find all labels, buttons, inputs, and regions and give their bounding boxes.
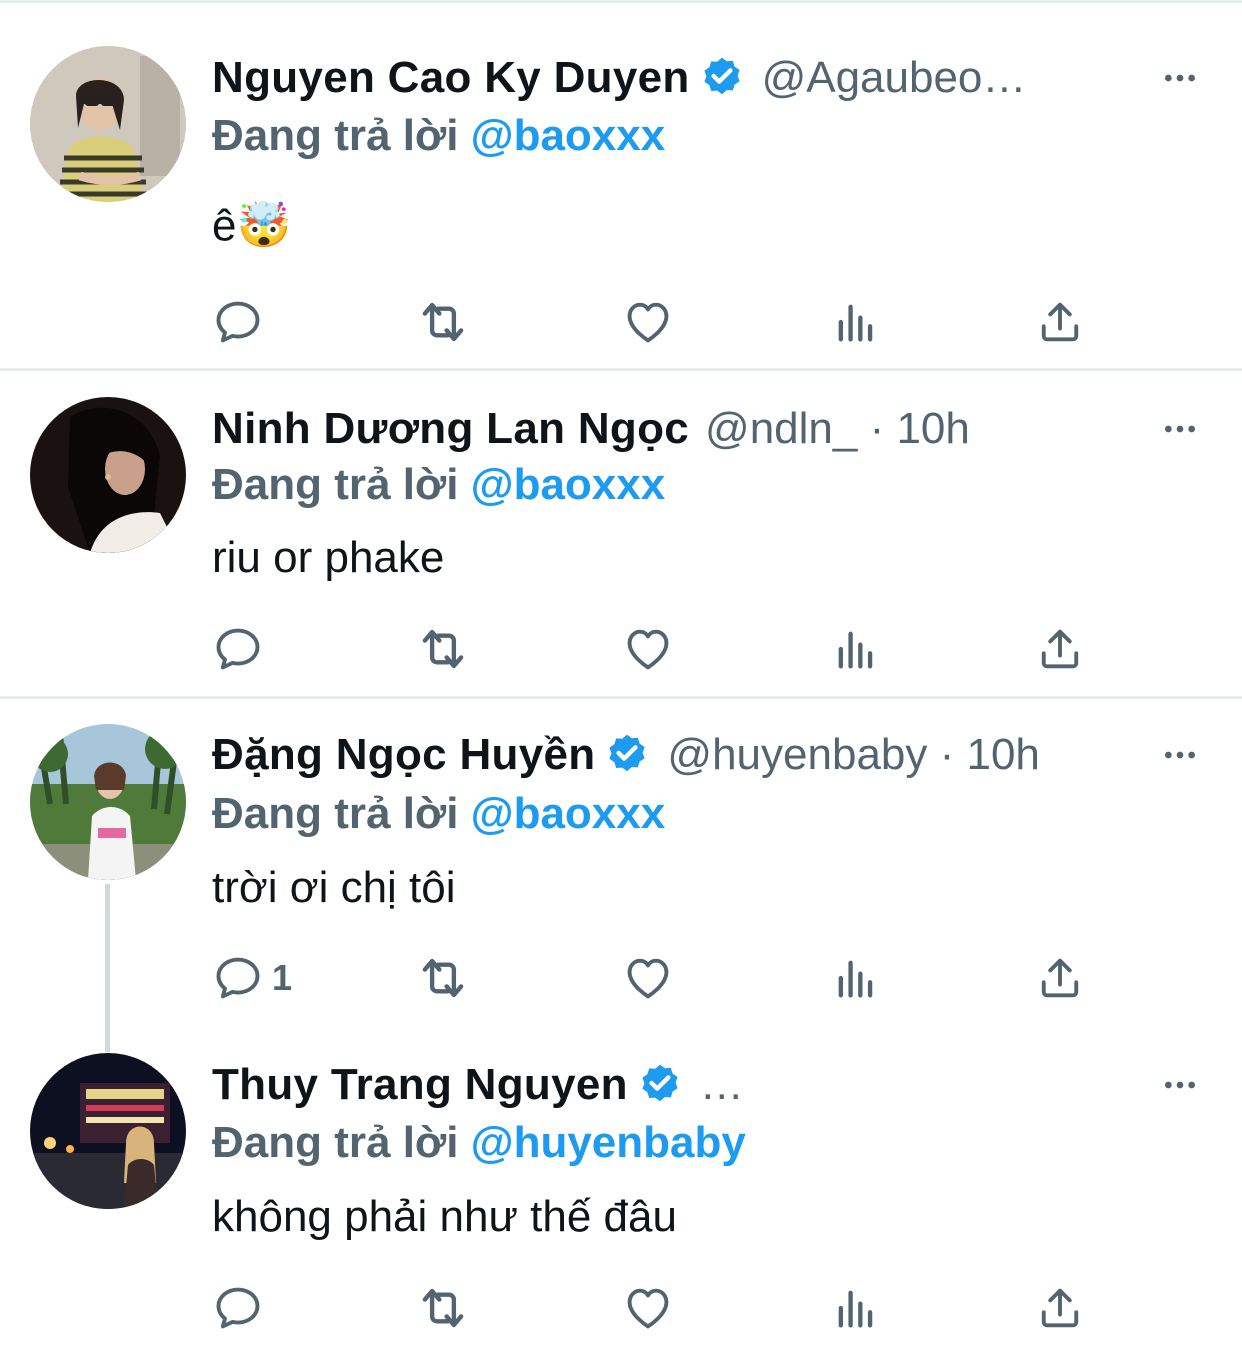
more-icon [1160,58,1200,98]
display-name[interactable]: Nguyen Cao Ky Duyen [212,48,690,108]
tweet-card[interactable]: Thuy Trang Nguyen … Đang trả lời @huyenb… [0,1029,1242,1352]
tweet-header: Nguyen Cao Ky Duyen @Agaubeo… [212,48,1026,108]
more-options-button[interactable] [1158,1063,1202,1107]
more-icon [1160,409,1200,449]
share-icon [1034,296,1086,348]
replying-to-mention[interactable]: @baoxxx [471,111,666,160]
heart-icon [622,952,674,1004]
retweet-icon [414,949,472,1007]
more-options-button[interactable] [1158,407,1202,451]
replying-to-mention[interactable]: @huyenbaby [471,1118,746,1167]
tweet-actions [212,1280,1112,1336]
share-button[interactable] [1034,621,1086,677]
replying-to: Đang trả lời @baoxxx [212,455,665,515]
replying-to-mention[interactable]: @baoxxx [471,460,666,509]
verified-badge-icon [603,731,651,779]
like-button[interactable] [622,621,674,677]
user-handle[interactable]: @huyenbaby · 10h [667,725,1039,785]
reply-button[interactable] [212,294,272,350]
tweet-actions [212,621,1112,677]
tweet-actions: 1 [212,950,1112,1006]
reply-count: 1 [272,957,293,998]
user-handle[interactable]: @ndln_ · 10h [705,399,970,459]
reply-icon [212,296,264,348]
retweet-button[interactable] [414,950,472,1006]
views-button[interactable] [830,1280,882,1336]
more-icon [1160,1065,1200,1105]
verified-badge-icon [636,1061,684,1109]
tweet-header: Thuy Trang Nguyen … [212,1055,744,1115]
share-button[interactable] [1034,1280,1086,1336]
reply-button[interactable]: 1 [212,950,292,1006]
more-options-button[interactable] [1158,56,1202,100]
tweet-card[interactable]: Nguyen Cao Ky Duyen @Agaubeo… Đang trả l… [0,0,1242,370]
views-icon [830,1282,882,1334]
replying-to-mention[interactable]: @baoxxx [471,789,666,838]
display-name[interactable]: Ninh Dương Lan Ngọc [212,399,689,459]
views-icon [830,296,882,348]
reply-icon [212,952,264,1004]
views-icon [830,623,882,675]
reply-icon [212,623,264,675]
share-icon [1034,952,1086,1004]
tweet-card[interactable]: Ninh Dương Lan Ngọc @ndln_ · 10h Đang tr… [0,371,1242,697]
share-icon [1034,1282,1086,1334]
display-name[interactable]: Đặng Ngọc Huyền [212,725,595,785]
replying-to: Đang trả lời @baoxxx [212,784,665,844]
more-options-button[interactable] [1158,733,1202,777]
avatar[interactable] [30,46,186,202]
user-handle[interactable]: … [700,1055,744,1115]
retweet-icon [414,293,472,351]
avatar[interactable] [30,397,186,553]
like-button[interactable] [622,1280,674,1336]
replying-to-label: Đang trả lời [212,111,459,160]
user-handle[interactable]: @Agaubeo… [762,48,1027,108]
views-button[interactable] [830,294,882,350]
retweet-button[interactable] [414,294,472,350]
share-button[interactable] [1034,294,1086,350]
views-button[interactable] [830,950,882,1006]
views-button[interactable] [830,621,882,677]
retweet-button[interactable] [414,621,472,677]
tweet-text: không phải như thế đâu [212,1192,677,1241]
avatar[interactable] [30,724,186,880]
retweet-icon [414,1279,472,1337]
share-icon [1034,623,1086,675]
like-button[interactable] [622,950,674,1006]
tweet-text: ê🤯 [212,201,292,250]
replying-to-label: Đang trả lời [212,460,459,509]
avatar[interactable] [30,1053,186,1209]
replying-to-label: Đang trả lời [212,1118,459,1167]
heart-icon [622,623,674,675]
views-icon [830,952,882,1004]
replying-to-label: Đang trả lời [212,789,459,838]
tweet-header: Ninh Dương Lan Ngọc @ndln_ · 10h [212,399,970,459]
retweet-button[interactable] [414,1280,472,1336]
heart-icon [622,296,674,348]
verified-badge-icon [698,54,746,102]
tweet-header: Đặng Ngọc Huyền @huyenbaby · 10h [212,725,1040,785]
replying-to: Đang trả lời @huyenbaby [212,1113,746,1173]
share-button[interactable] [1034,950,1086,1006]
tweet-actions [212,294,1112,350]
reply-button[interactable] [212,621,272,677]
reply-button[interactable] [212,1280,272,1336]
heart-icon [622,1282,674,1334]
more-icon [1160,735,1200,775]
retweet-icon [414,620,472,678]
tweet-text: riu or phake [212,533,445,582]
tweet-text: trời ơi chị tôi [212,863,456,912]
like-button[interactable] [622,294,674,350]
replying-to: Đang trả lời @baoxxx [212,106,665,166]
reply-icon [212,1282,264,1334]
tweet-card[interactable]: Đặng Ngọc Huyền @huyenbaby · 10h Đang tr… [0,699,1242,1029]
display-name[interactable]: Thuy Trang Nguyen [212,1055,628,1115]
